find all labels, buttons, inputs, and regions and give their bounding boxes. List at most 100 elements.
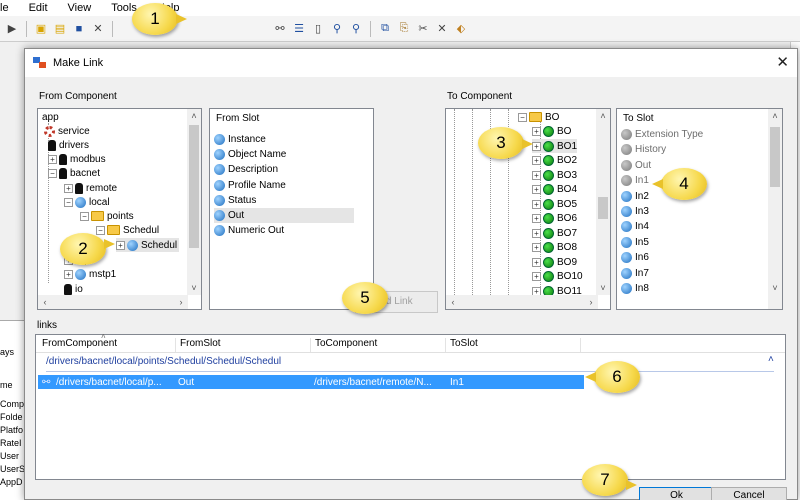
group-header[interactable]: /drivers/bacnet/local/points/Schedul/Sch…	[46, 356, 281, 367]
book-icon[interactable]: ▯	[310, 21, 326, 37]
left-panel-item[interactable]: ays	[0, 346, 24, 359]
left-panel-item[interactable]: User	[0, 450, 24, 463]
from-slot-object-name[interactable]: Object Name	[214, 147, 354, 162]
scroll-right-icon[interactable]: ›	[584, 295, 598, 309]
tree-item-drivers[interactable]: drivers	[48, 138, 89, 152]
tree-item-points[interactable]: − points	[80, 209, 134, 223]
from-slot-status[interactable]: Status	[214, 193, 354, 208]
collapse-icon[interactable]: −	[80, 211, 89, 221]
scroll-left-icon[interactable]: ‹	[446, 295, 460, 309]
menu-edit[interactable]: Edit	[19, 2, 58, 14]
left-panel-item[interactable]: AppD	[0, 476, 24, 489]
expand-icon[interactable]: +	[532, 199, 541, 209]
expand-icon[interactable]: +	[532, 141, 541, 151]
tag-icon[interactable]: ⬖	[453, 21, 469, 37]
expand-icon[interactable]: +	[532, 243, 541, 252]
forward-icon[interactable]: ▶	[4, 21, 20, 37]
to-slot-item[interactable]: History	[621, 142, 761, 157]
tree-item-mstp1[interactable]: + mstp1	[64, 267, 116, 281]
left-panel-item[interactable]: UserS	[0, 463, 24, 476]
from-slot-list[interactable]: From Slot Instance Object Name Descripti…	[209, 108, 374, 310]
from-slot-out[interactable]: Out	[214, 208, 354, 223]
column-to-slot[interactable]: ToSlot	[446, 338, 581, 352]
to-tree-item-bo-folder[interactable]: − BO	[518, 110, 559, 124]
close-icon[interactable]: ✕	[90, 21, 106, 37]
scroll-thumb[interactable]	[189, 125, 199, 248]
to-slot-list[interactable]: To Slot Extension Type History Out In1 In2 In…	[616, 108, 783, 310]
vertical-scrollbar[interactable]: ˄ ˅	[187, 109, 201, 295]
ok-button[interactable]: Ok	[639, 487, 714, 500]
tree-item-remote[interactable]: + remote	[64, 181, 117, 195]
to-slot-item[interactable]: In4	[621, 219, 761, 234]
scroll-thumb[interactable]	[770, 127, 780, 187]
to-tree-item[interactable]: + BO7	[532, 226, 577, 240]
tree-item-io[interactable]: io	[64, 282, 83, 296]
scroll-left-icon[interactable]: ‹	[38, 295, 52, 309]
expand-icon[interactable]: +	[532, 228, 541, 238]
to-tree-item[interactable]: + BO5	[532, 197, 577, 211]
left-panel-item[interactable]: Folde	[0, 411, 24, 424]
expand-icon[interactable]: +	[64, 183, 73, 193]
to-slot-item[interactable]: In5	[621, 235, 761, 250]
from-slot-numeric-out[interactable]: Numeric Out	[214, 223, 354, 238]
expand-icon[interactable]: +	[532, 156, 541, 165]
scroll-down-icon[interactable]: ˅	[596, 281, 610, 295]
expand-icon[interactable]: +	[116, 240, 125, 250]
expand-icon[interactable]: +	[532, 257, 541, 267]
tree-item-schedul-selected[interactable]: + Schedul	[116, 238, 180, 252]
menu-file[interactable]: le	[0, 2, 19, 14]
tree-item-app[interactable]: app	[42, 110, 59, 124]
scroll-down-icon[interactable]: ˅	[768, 281, 782, 295]
horizontal-scrollbar[interactable]: ‹ ›	[38, 295, 188, 309]
column-from-component[interactable]: FromComponent	[38, 338, 176, 352]
table-row[interactable]: ⚯ /drivers/bacnet/local/p... Out /driver…	[38, 375, 584, 389]
to-tree-item[interactable]: + BO9	[532, 255, 577, 269]
from-component-tree[interactable]: app service drivers + modbus − bacnet + …	[37, 108, 202, 310]
expand-icon[interactable]: +	[532, 272, 541, 281]
to-slot-item[interactable]: Extension Type	[621, 127, 761, 142]
left-panel-item[interactable]: Platfo	[0, 424, 24, 437]
tree-item-service[interactable]: service	[44, 124, 90, 138]
to-tree-item[interactable]: + BO8	[532, 241, 577, 255]
cancel-button[interactable]: Cancel	[711, 487, 787, 500]
link-icon[interactable]: ⚯	[272, 21, 288, 37]
to-tree-item[interactable]: + BO1	[532, 139, 578, 153]
save-icon[interactable]: ■	[71, 21, 87, 37]
menu-view[interactable]: View	[58, 2, 102, 14]
expand-icon[interactable]: +	[532, 185, 541, 194]
column-from-slot[interactable]: FromSlot	[176, 338, 311, 352]
to-tree-item[interactable]: + BO2	[532, 154, 577, 168]
copy-icon[interactable]: ⧉	[377, 21, 393, 37]
delete-icon[interactable]: ✕	[434, 21, 450, 37]
horizontal-scrollbar[interactable]: ‹ ›	[446, 295, 598, 309]
to-slot-item[interactable]: In6	[621, 250, 761, 265]
to-slot-item[interactable]: In8	[621, 281, 761, 296]
search-icon[interactable]: ⚲	[329, 21, 345, 37]
collapse-icon[interactable]: −	[64, 197, 73, 207]
collapse-icon[interactable]: −	[96, 225, 105, 235]
open-folder-icon[interactable]: ▣	[33, 21, 49, 37]
left-panel-item[interactable]: RateI	[0, 437, 24, 450]
from-slot-instance[interactable]: Instance	[214, 132, 354, 147]
cut-icon[interactable]: ✂	[415, 21, 431, 37]
to-tree-item[interactable]: + BO4	[532, 183, 577, 197]
find-next-icon[interactable]: ⚲	[348, 21, 364, 37]
expand-icon[interactable]: +	[532, 127, 541, 136]
close-button[interactable]: ✕	[776, 53, 789, 71]
expand-icon[interactable]: +	[532, 214, 541, 223]
collapse-group-icon[interactable]: ˄	[768, 354, 774, 365]
paste-icon[interactable]: ⎘	[396, 21, 412, 37]
to-slot-item[interactable]: In3	[621, 204, 761, 219]
tree-item-bacnet[interactable]: − bacnet	[48, 166, 100, 180]
to-tree-item[interactable]: + BO	[532, 125, 571, 139]
scroll-right-icon[interactable]: ›	[174, 295, 188, 309]
scroll-up-icon[interactable]: ˄	[768, 109, 782, 123]
links-grid[interactable]: FromComponent FromSlot ToComponent ToSlo…	[35, 332, 786, 480]
expand-icon[interactable]: +	[532, 170, 541, 180]
expand-icon[interactable]: +	[48, 154, 57, 164]
collapse-icon[interactable]: −	[48, 168, 57, 178]
new-folder-icon[interactable]: ▤	[52, 21, 68, 37]
vertical-scrollbar[interactable]: ˄ ˅	[596, 109, 610, 295]
tree-item-schedul-folder[interactable]: − Schedul	[96, 223, 159, 237]
tree-item-local[interactable]: − local	[64, 195, 110, 209]
